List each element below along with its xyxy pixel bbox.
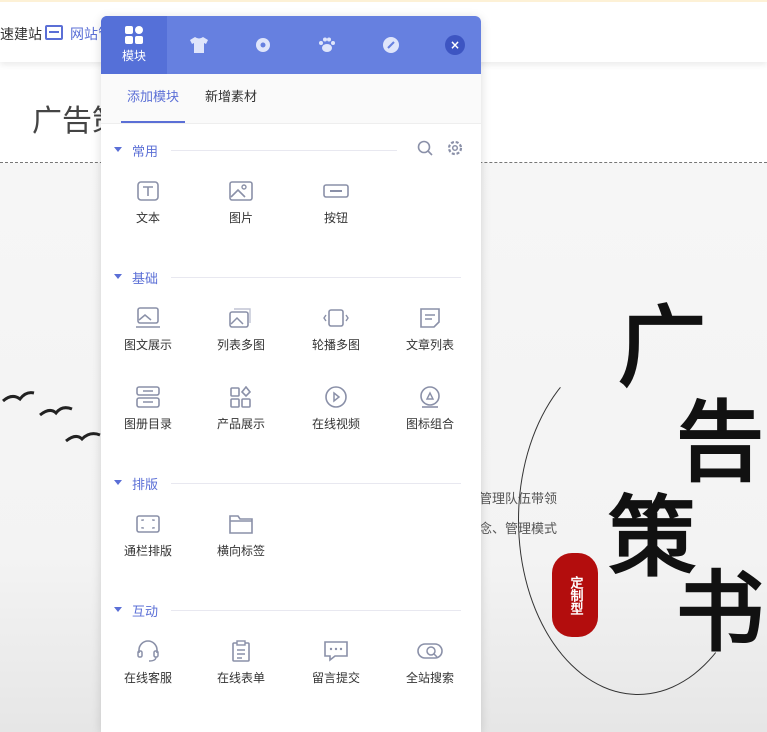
divider [171,610,461,611]
paw-icon [319,37,335,52]
divider [171,277,461,278]
module-item-label: 通栏排版 [123,544,172,558]
subtab-add-module[interactable]: 添加模块 [121,74,186,123]
grid-icon [125,26,143,44]
module-item[interactable]: 轮播多图 [291,307,381,353]
module-item-label: 产品展示 [216,417,265,431]
subtab-new-material[interactable]: 新增素材 [199,74,263,123]
module-item-label: 留言提交 [311,671,360,685]
module-item[interactable]: 文章列表 [385,307,475,353]
fullwidth-icon [136,515,160,533]
divider [171,150,397,151]
tab-plugins[interactable] [295,16,359,74]
module-item[interactable]: 图册目录 [103,386,193,432]
module-item-label: 文章列表 [405,338,454,352]
album-icon [136,386,160,408]
multi-image-icon [229,308,251,328]
section-header[interactable]: 互动 [101,600,481,620]
flower-icon [256,38,270,52]
caret-down-icon [114,480,122,489]
module-item[interactable]: 产品展示 [196,386,286,432]
birds-icon [2,391,101,443]
divider [171,483,461,484]
module-item[interactable]: 图片 [196,180,286,226]
seal: 定制型 [552,553,598,637]
form-icon [232,640,250,662]
module-item[interactable]: 列表多图 [196,307,286,353]
calligraphy-char: 告 [676,390,765,494]
module-item[interactable]: 文本 [103,180,193,226]
tab-modules[interactable]: 模块 [101,16,167,74]
shirt-icon [190,37,208,53]
module-item-label: 全站搜索 [405,671,454,685]
module-item-label: 文本 [135,211,160,225]
module-item-label: 图文展示 [123,338,172,352]
card-icon [45,25,63,40]
headset-icon [137,640,159,662]
icon-group-icon [420,386,440,408]
module-item-label: 图册目录 [123,417,172,431]
subtabs: 添加模块 新增素材 [101,74,481,124]
carousel-icon [323,309,349,327]
tab-links[interactable] [359,16,423,74]
image-icon [229,181,253,201]
image-text-icon [136,307,160,328]
gear-icon[interactable] [447,140,463,156]
module-item-label: 在线客服 [123,671,172,685]
section-header[interactable]: 常用 [101,140,481,160]
article-icon [420,308,440,328]
section-title: 常用 [132,145,159,160]
module-item-label: 在线视频 [311,417,360,431]
module-item[interactable]: 全站搜索 [385,640,475,686]
calligraphy-char: 广 [618,295,707,399]
module-item[interactable]: 按钮 [291,180,381,226]
module-item-label: 图片 [228,211,253,225]
message-icon [324,641,348,662]
section-title: 排版 [132,478,159,493]
tab-modules-label: 模块 [121,49,146,63]
close-button[interactable]: × [445,35,465,55]
quick-build-link[interactable]: 速建站 [0,24,42,44]
video-icon [325,386,347,408]
module-panel: 模块 × 添加模块 新增素材 常用文本 图片 按钮基础图文展示 列表多图 轮播多图 文章列… [101,16,481,732]
product-icon [230,386,252,408]
calligraphy-char: 书 [676,560,765,664]
caret-down-icon [114,607,122,616]
search-icon[interactable] [417,140,433,156]
panel-header: 模块 × [101,16,481,74]
module-item[interactable]: 在线视频 [291,386,381,432]
module-item[interactable]: 横向标签 [196,513,286,559]
module-item[interactable]: 在线表单 [196,640,286,686]
module-item-label: 横向标签 [216,544,265,558]
site-search-icon [417,643,443,659]
link-icon [383,37,399,53]
module-item-label: 轮播多图 [311,338,360,352]
module-item-label: 在线表单 [216,671,265,685]
tab-theme[interactable] [167,16,231,74]
caret-down-icon [114,274,122,283]
caret-down-icon [114,147,122,156]
tab-settings[interactable] [231,16,295,74]
section-header[interactable]: 基础 [101,267,481,287]
module-item-label: 按钮 [323,211,348,225]
module-item-label: 图标组合 [405,417,454,431]
module-item-label: 列表多图 [216,338,265,352]
section-title: 基础 [132,272,159,287]
module-item[interactable]: 通栏排版 [103,513,193,559]
folder-tab-icon [229,515,253,534]
module-item[interactable]: 图文展示 [103,307,193,353]
module-item[interactable]: 留言提交 [291,640,381,686]
section-title: 互动 [132,605,159,620]
module-item[interactable]: 在线客服 [103,640,193,686]
section-header[interactable]: 排版 [101,473,481,493]
text-icon [137,181,159,201]
module-item[interactable]: 图标组合 [385,386,475,432]
button-icon [323,184,349,198]
